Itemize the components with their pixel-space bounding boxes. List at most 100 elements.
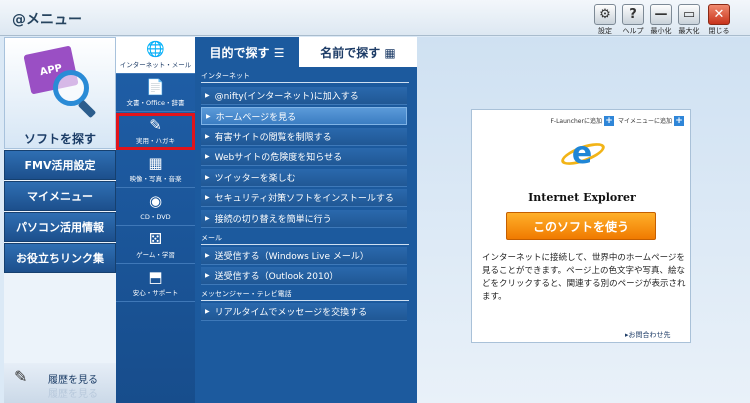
list-item[interactable]: ▶ リアルタイムでメッセージを交換する [201,303,407,321]
globe-mail-icon: 🌐 [146,40,165,58]
arrow-icon: ▶ [205,174,210,181]
tab-by-name[interactable]: 名前で探す ▦ [299,37,417,67]
category-label: CD・DVD [140,213,171,221]
list-item[interactable]: ▶ 送受信する（Outlook 2010） [201,267,407,285]
list-item-label: Webサイトの危険度を知らせる [214,153,343,163]
category-label: 文書・Office・辞書 [126,99,185,107]
settings-button[interactable]: ⚙ 設定 [592,4,618,36]
list-item[interactable]: ▶ 接続の切り替えを簡単に行う [201,210,407,228]
list-item-label: 送受信する（Outlook 2010） [214,272,339,282]
arrow-icon: ▶ [205,308,210,315]
category-column: 🌐 インターネット・メール 📄 文書・Office・辞書 ✎ 実用・ハガキ ▦ … [116,37,195,403]
section-mail: メール [201,233,409,245]
category-support[interactable]: ⬒ 安心・サポート [116,265,195,302]
app-description: インターネットに接続して、世界中のホームページを見ることができます。ページ上の色… [482,253,686,302]
film-icon: ▦ [148,154,163,172]
list-item-label: @nifty(インターネット)に加入する [214,92,359,102]
add-links: F-Launcherに追加 + マイメニューに追加 + [550,116,684,126]
nav-useful-links[interactable]: お役立ちリンク集 [4,243,116,273]
arrow-icon: ▶ [205,215,210,222]
history-label-reflection: 履歴を見る [48,389,98,400]
section-messenger: メッセンジャー・テレビ電話 [201,289,409,301]
list-item-label: リアルタイムでメッセージを交換する [214,308,368,318]
gear-icon: ⚙ [594,4,616,25]
tab-by-purpose[interactable]: 目的で探す ☰ [195,37,299,67]
plus-icon: + [603,116,614,126]
contact-link[interactable]: ▸お問合わせ先 [625,330,671,340]
list-item-label: 送受信する（Windows Live メール） [214,252,369,262]
category-label: 映像・写真・音楽 [129,175,182,183]
maximize-label: 最大化 [678,27,700,35]
close-button[interactable]: ✕ 閉じる [706,4,732,36]
list-item-label: 有害サイトの閲覧を制限する [214,133,332,143]
list-item[interactable]: ▶ セキュリティ対策ソフトをインストールする [201,189,407,207]
magnifier-handle [77,99,97,119]
category-game-learning[interactable]: ⚄ ゲーム・学習 [116,227,195,264]
list-item[interactable]: ▶ 送受信する（Windows Live メール） [201,247,407,265]
maximize-button[interactable]: ▭ 最大化 [676,4,702,36]
list-item-label: ツイッターを楽しむ [214,174,296,184]
arrow-icon: ▶ [205,133,210,140]
internet-explorer-icon: e [571,136,593,171]
add-to-flauncher-link[interactable]: F-Launcherに追加 + [550,116,614,126]
category-internet-mail[interactable]: 🌐 インターネット・メール [116,37,195,74]
sidebar: APP ソフトを探す FMV活用設定 マイメニュー パソコン活用情報 お役立ちリ… [4,37,116,403]
list-item-label: ホームページを見る [215,112,297,123]
add-to-flauncher-label: F-Launcherに追加 [550,118,602,125]
section-internet: インターネット [201,71,409,83]
category-label: 安心・サポート [132,289,179,297]
dice-icon: ⚄ [148,230,163,248]
use-software-button[interactable]: このソフトを使う [506,212,656,240]
list-item-label: 接続の切り替えを簡単に行う [214,215,332,225]
help-button[interactable]: ? ヘルプ [620,4,646,36]
history-label: 履歴を見る [48,375,98,386]
arrow-icon: ▶ [205,92,210,99]
nav-fmv-settings[interactable]: FMV活用設定 [4,150,116,180]
nav-my-menu[interactable]: マイメニュー [4,181,116,211]
software-detail-card: F-Launcherに追加 + マイメニューに追加 + e Internet Exp… [471,109,691,343]
category-document[interactable]: 📄 文書・Office・辞書 [116,75,195,112]
add-to-mymenu-link[interactable]: マイメニューに追加 + [618,116,684,126]
software-list: インターネット ▶ @nifty(インターネット)に加入する ▶ ホームページを見る… [195,67,417,403]
nav-pc-info[interactable]: パソコン活用情報 [4,212,116,242]
settings-label: 設定 [598,27,612,35]
find-software-tile[interactable]: APP ソフトを探す [4,37,116,149]
gift-icon: ⬒ [148,268,163,286]
window-title: @メニュー [12,12,82,28]
category-practical-postcard[interactable]: ✎ 実用・ハガキ [116,113,195,150]
category-label: 実用・ハガキ [136,137,175,145]
category-label: ゲーム・学習 [136,251,175,259]
software-list-panel: 目的で探す ☰ 名前で探す ▦ インターネット ▶ @nifty(インターネット)… [195,37,417,403]
close-label: 閉じる [708,27,730,35]
history-icon: ✎ [14,367,28,386]
history-button[interactable]: ✎ 履歴を見る 履歴を見る [4,363,116,403]
list-item-label: セキュリティ対策ソフトをインストールする [214,194,394,204]
pen-note-icon: ✎ [149,116,162,134]
minimize-icon: — [650,4,672,25]
arrow-icon: ▶ [205,252,210,259]
maximize-icon: ▭ [678,4,700,25]
list-item[interactable]: ▶ ツイッターを楽しむ [201,169,407,187]
arrow-icon: ▶ [205,272,210,279]
search-tabs: 目的で探す ☰ 名前で探す ▦ [195,37,417,67]
arrow-icon: ▶ [205,153,210,160]
category-cd-dvd[interactable]: ◉ CD・DVD [116,189,195,226]
close-icon: ✕ [708,4,730,25]
title-bar: @メニュー ⚙ 設定 ? ヘルプ — 最小化 ▭ 最大化 ✕ 閉じる [0,0,750,36]
question-icon: ? [622,4,644,25]
category-label: インターネット・メール [119,61,192,69]
document-icon: 📄 [146,78,165,96]
app-name: Internet Explorer [528,191,636,204]
list-item-selected[interactable]: ▶ ホームページを見る [201,107,407,125]
list-item[interactable]: ▶ Webサイトの危険度を知らせる [201,148,407,166]
arrow-icon: ▶ [206,112,211,120]
detail-panel: F-Launcherに追加 + マイメニューに追加 + e Internet Exp… [417,37,750,403]
minimize-label: 最小化 [650,27,672,35]
list-item[interactable]: ▶ 有害サイトの閲覧を制限する [201,128,407,146]
list-item[interactable]: ▶ @nifty(インターネット)に加入する [201,87,407,105]
help-label: ヘルプ [622,27,644,35]
minimize-button[interactable]: — 最小化 [648,4,674,36]
plus-icon: + [674,116,684,126]
category-media[interactable]: ▦ 映像・写真・音楽 [116,151,195,188]
find-software-label: ソフトを探す [23,132,96,146]
